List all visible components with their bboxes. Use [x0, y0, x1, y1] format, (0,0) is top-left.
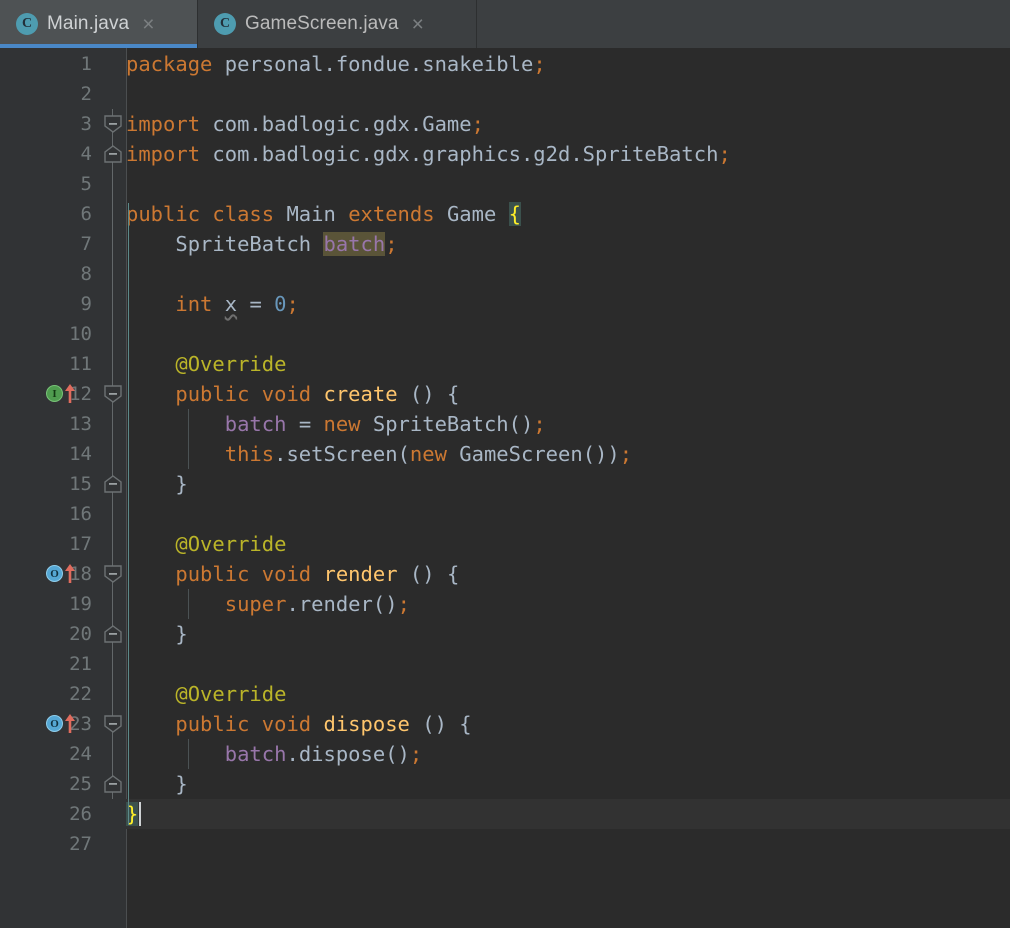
java-class-icon: C: [214, 13, 236, 35]
method-marker-circle: O: [46, 715, 63, 732]
indent-guide: [188, 589, 189, 619]
editor-tab-bar: C Main.java × C GameScreen.java ×: [0, 0, 1010, 48]
method-marker-circle: I: [46, 385, 63, 402]
line-number: 16: [69, 503, 92, 525]
fold-region-end-icon[interactable]: [100, 773, 126, 795]
code-line: }: [175, 622, 188, 646]
tab-main-java[interactable]: C Main.java ×: [0, 0, 198, 48]
code-line: @Override: [175, 352, 287, 376]
code-line: super.render();: [224, 592, 410, 616]
line-number: 14: [69, 443, 92, 465]
line-number: 26: [69, 803, 92, 825]
code-line: this.setScreen(new GameScreen());: [224, 442, 633, 466]
line-number: 11: [69, 353, 92, 375]
text-caret: [139, 802, 141, 826]
fold-region-end-icon[interactable]: [100, 473, 126, 495]
tab-bar-empty-space: [477, 0, 1010, 48]
tab-label: Main.java: [47, 13, 130, 34]
java-class-icon: C: [16, 13, 38, 35]
line-number: 24: [69, 743, 92, 765]
editor-gutter[interactable]: 1 2 3 4 5 6 7 8 9 10 11 12 13 14 15 16 17 18 19 20 21 22 23 24 2…: [0, 48, 100, 928]
up-arrow-icon: [65, 564, 75, 583]
line-number: 3: [80, 113, 92, 135]
implementing-method-icon[interactable]: I: [46, 384, 75, 403]
line-number: 10: [69, 323, 92, 345]
caret-line-highlight: [126, 799, 1010, 829]
line-number: 22: [69, 683, 92, 705]
code-line: batch.dispose();: [224, 742, 423, 766]
overriding-method-icon[interactable]: O: [46, 564, 75, 583]
indent-guide: [188, 739, 189, 769]
line-number: 7: [80, 233, 92, 255]
line-number: 2: [80, 83, 92, 105]
line-number: 15: [69, 473, 92, 495]
fold-connector-line: [112, 109, 113, 799]
code-line: public void dispose () {: [175, 712, 472, 736]
code-line: SpriteBatch batch;: [175, 232, 398, 256]
line-number: 5: [80, 173, 92, 195]
tab-label: GameScreen.java: [245, 13, 399, 34]
code-text-area[interactable]: package personal.fondue.snakeible; import…: [126, 48, 1010, 928]
code-line: @Override: [175, 532, 287, 556]
line-number: 19: [69, 593, 92, 615]
line-number: 21: [69, 653, 92, 675]
method-marker-circle: O: [46, 565, 63, 582]
line-number: 17: [69, 533, 92, 555]
line-number: 9: [80, 293, 92, 315]
line-number: 20: [69, 623, 92, 645]
fold-region-start-icon[interactable]: [100, 563, 126, 585]
code-line: public void create () {: [175, 382, 460, 406]
code-line: public void render () {: [175, 562, 460, 586]
line-number: 8: [80, 263, 92, 285]
line-number: 13: [69, 413, 92, 435]
tab-gamescreen-java[interactable]: C GameScreen.java ×: [198, 0, 477, 48]
code-line: import com.badlogic.gdx.Game;: [126, 112, 484, 136]
line-number: 4: [80, 143, 92, 165]
line-number: 27: [69, 833, 92, 855]
close-icon[interactable]: ×: [142, 14, 154, 35]
indent-guide: [188, 409, 189, 469]
code-line: }: [175, 472, 188, 496]
code-line: import com.badlogic.gdx.graphics.g2d.Spr…: [126, 142, 731, 166]
fold-region-start-icon[interactable]: [100, 383, 126, 405]
fold-region-end-icon[interactable]: [100, 143, 126, 165]
code-line: int x = 0;: [175, 292, 299, 316]
code-line: @Override: [175, 682, 287, 706]
code-line: package personal.fondue.snakeible;: [126, 52, 546, 76]
line-number: 6: [80, 203, 92, 225]
code-folding-strip[interactable]: [100, 48, 127, 928]
code-editor[interactable]: 1 2 3 4 5 6 7 8 9 10 11 12 13 14 15 16 17 18 19 20 21 22 23 24 2…: [0, 48, 1010, 928]
indent-guide: [128, 203, 129, 825]
fold-region-end-icon[interactable]: [100, 623, 126, 645]
code-line: }: [175, 772, 188, 796]
fold-region-start-icon[interactable]: [100, 113, 126, 135]
code-line: public class Main extends Game {: [126, 202, 521, 226]
line-number: 25: [69, 773, 92, 795]
overriding-method-icon[interactable]: O: [46, 714, 75, 733]
up-arrow-icon: [65, 384, 75, 403]
line-number: 1: [80, 53, 92, 75]
close-icon[interactable]: ×: [412, 14, 424, 35]
fold-region-start-icon[interactable]: [100, 713, 126, 735]
up-arrow-icon: [65, 714, 75, 733]
